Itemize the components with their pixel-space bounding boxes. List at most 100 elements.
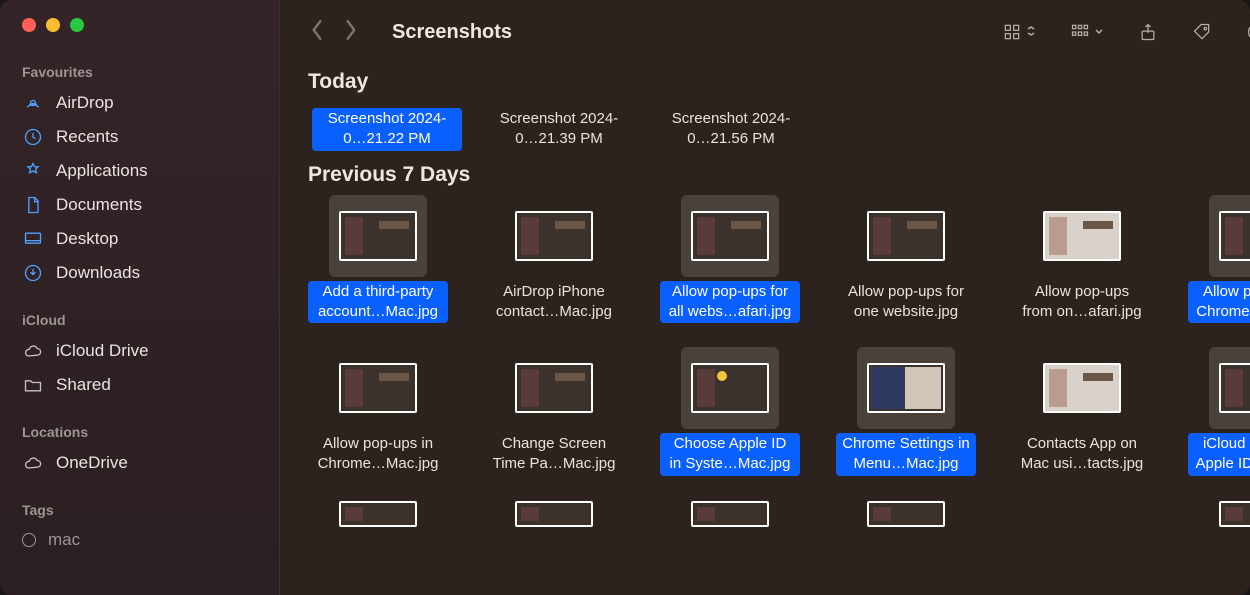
sidebar-item-label: mac (48, 530, 80, 550)
thumbnail (681, 195, 779, 277)
file-item[interactable] (660, 494, 800, 534)
sidebar-tag-mac[interactable]: mac (0, 524, 279, 556)
finder-window: Favourites AirDrop Recents Applications … (0, 0, 1250, 595)
file-item[interactable] (484, 494, 624, 534)
group-title: Previous 7 Days (308, 163, 470, 187)
file-label: Screenshot 2024-0…21.56 PM (656, 108, 806, 151)
file-item[interactable]: Change Screen Time Pa…Mac.jpg (484, 347, 624, 476)
file-label: Allow pop-ups in Chrome…sites.jpg (1188, 281, 1250, 324)
file-item[interactable]: Allow pop-ups in Chrome…sites.jpg (1188, 195, 1250, 324)
today-items: Screenshot 2024-0…21.22 PM Screenshot 20… (308, 100, 1250, 157)
forward-button[interactable] (344, 19, 358, 46)
sidebar-item-documents[interactable]: Documents (0, 188, 279, 222)
sidebar: Favourites AirDrop Recents Applications … (0, 0, 280, 595)
file-item[interactable] (1188, 494, 1250, 534)
sidebar-item-downloads[interactable]: Downloads (0, 256, 279, 290)
file-item[interactable]: Screenshot 2024-0…21.22 PM (312, 104, 462, 151)
file-label: Change Screen Time Pa…Mac.jpg (484, 433, 624, 476)
sidebar-section-favourites: Favourites (0, 60, 279, 86)
share-button[interactable] (1138, 22, 1158, 42)
file-label: Allow pop-ups for one website.jpg (836, 281, 976, 324)
sidebar-item-label: Desktop (56, 229, 118, 249)
group-header-previous: Previous 7 Days Show Less (308, 157, 1250, 193)
file-label: iCloud section in Apple ID…Mac.jpg (1188, 433, 1250, 476)
applications-icon (22, 160, 44, 182)
window-controls (0, 18, 279, 60)
previous-items: Add a third-party account…Mac.jpg AirDrop… (308, 193, 1250, 488)
thumbnail (505, 195, 603, 277)
sidebar-item-recents[interactable]: Recents (0, 120, 279, 154)
group-by-button[interactable] (1070, 22, 1104, 42)
clock-icon (22, 126, 44, 148)
file-item[interactable]: Allow pop-ups in Chrome…Mac.jpg (308, 347, 448, 476)
file-item[interactable] (836, 494, 976, 534)
view-mode-button[interactable] (1002, 22, 1036, 42)
file-item[interactable]: Screenshot 2024-0…21.39 PM (484, 104, 634, 151)
tags-button[interactable] (1192, 22, 1212, 42)
file-item[interactable]: AirDrop iPhone contact…Mac.jpg (484, 195, 624, 324)
file-item[interactable]: iCloud section in Apple ID…Mac.jpg (1188, 347, 1250, 476)
shared-folder-icon (22, 374, 44, 396)
sidebar-item-desktop[interactable]: Desktop (0, 222, 279, 256)
file-label: Allow pop-ups from on…afari.jpg (1012, 281, 1152, 324)
file-item[interactable] (308, 494, 448, 534)
thumbnail (857, 347, 955, 429)
thumbnail (329, 195, 427, 277)
thumbnail (1033, 347, 1131, 429)
thumbnail (505, 347, 603, 429)
cloud-icon (22, 340, 44, 362)
sidebar-item-airdrop[interactable]: AirDrop (0, 86, 279, 120)
thumbnail (329, 347, 427, 429)
tag-circle-icon (22, 533, 36, 547)
file-item[interactable]: Allow pop-ups for one website.jpg (836, 195, 976, 324)
file-item[interactable]: Add a third-party account…Mac.jpg (308, 195, 448, 324)
sidebar-item-icloud-drive[interactable]: iCloud Drive (0, 334, 279, 368)
sidebar-item-shared[interactable]: Shared (0, 368, 279, 402)
minimize-button[interactable] (46, 18, 60, 32)
file-label: Add a third-party account…Mac.jpg (308, 281, 448, 324)
file-label: Allow pop-ups for all webs…afari.jpg (660, 281, 800, 324)
close-button[interactable] (22, 18, 36, 32)
content-area: Today Screenshot 2024-0…21.22 PM Screens… (280, 64, 1250, 595)
thumbnail (1209, 195, 1250, 277)
action-menu-button[interactable] (1246, 22, 1250, 42)
sidebar-section-tags: Tags (0, 498, 279, 524)
file-item[interactable]: Chrome Settings in Menu…Mac.jpg (836, 347, 976, 476)
thumbnail (681, 347, 779, 429)
thumbnail (1209, 347, 1250, 429)
file-item[interactable]: Allow pop-ups for all webs…afari.jpg (660, 195, 800, 324)
file-label: Choose Apple ID in Syste…Mac.jpg (660, 433, 800, 476)
sidebar-section-locations: Locations (0, 420, 279, 446)
sidebar-item-applications[interactable]: Applications (0, 154, 279, 188)
sidebar-item-onedrive[interactable]: OneDrive (0, 446, 279, 480)
main-panel: Screenshots (280, 0, 1250, 595)
file-label: Allow pop-ups in Chrome…Mac.jpg (308, 433, 448, 476)
sidebar-item-label: Documents (56, 195, 142, 215)
desktop-icon (22, 228, 44, 250)
document-icon (22, 194, 44, 216)
thumbnail (857, 195, 955, 277)
sidebar-item-label: iCloud Drive (56, 341, 149, 361)
file-item[interactable]: Allow pop-ups from on…afari.jpg (1012, 195, 1152, 324)
toolbar: Screenshots (280, 0, 1250, 64)
partial-next-row (308, 488, 1250, 534)
sidebar-item-label: Applications (56, 161, 148, 181)
download-icon (22, 262, 44, 284)
window-title: Screenshots (392, 21, 512, 44)
back-button[interactable] (310, 19, 324, 46)
file-label: Screenshot 2024-0…21.39 PM (484, 108, 634, 151)
group-title: Today (308, 70, 368, 94)
sidebar-item-label: AirDrop (56, 93, 114, 113)
file-label: Contacts App on Mac usi…tacts.jpg (1012, 433, 1152, 476)
file-item[interactable]: Contacts App on Mac usi…tacts.jpg (1012, 347, 1152, 476)
group-header-today: Today (308, 64, 1250, 100)
sidebar-section-icloud: iCloud (0, 308, 279, 334)
file-label: AirDrop iPhone contact…Mac.jpg (484, 281, 624, 324)
sidebar-item-label: Recents (56, 127, 118, 147)
sidebar-item-label: Shared (56, 375, 111, 395)
file-item[interactable]: Screenshot 2024-0…21.56 PM (656, 104, 806, 151)
sidebar-item-label: OneDrive (56, 453, 128, 473)
sidebar-item-label: Downloads (56, 263, 140, 283)
file-item[interactable]: Choose Apple ID in Syste…Mac.jpg (660, 347, 800, 476)
maximize-button[interactable] (70, 18, 84, 32)
